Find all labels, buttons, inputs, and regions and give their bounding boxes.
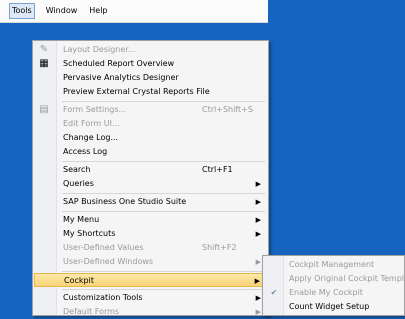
menu-item-label: Access Log [63,147,108,156]
menu-item-label: Change Log... [63,133,119,142]
menu-item-customization-tools[interactable]: Customization Tools ▶ [34,291,267,305]
submenu-item-label: Count Widget Setup [289,302,370,311]
menu-separator [62,193,265,194]
menu-separator [62,161,265,162]
menu-item-form-settings[interactable]: ▤ Form Settings... Ctrl+Shift+S [34,103,267,117]
submenu-item-label: Enable My Cockpit [289,288,363,297]
submenu-arrow-icon: ▶ [255,180,261,188]
menubar-tools[interactable]: Tools [9,3,35,19]
menu-separator [62,271,265,272]
submenu-arrow-icon: ▶ [255,294,261,302]
menu-item-label: My Menu [63,215,100,224]
menu-item-cockpit[interactable]: Cockpit ▶ [34,273,267,287]
submenu-item-cockpit-management[interactable]: Cockpit Management [264,258,403,272]
menu-item-edit-form-ui[interactable]: Edit Form UI... [34,117,267,131]
menu-item-label: Layout Designer... [63,45,136,54]
menu-item-label: User-Defined Values [63,243,144,252]
menu-separator [62,289,265,290]
pencil-icon: ✎ [39,44,49,55]
menu-item-label: User-Defined Windows [63,257,154,266]
submenu-arrow-icon: ▶ [255,308,261,316]
menu-item-shortcut: Ctrl+F1 [202,165,233,174]
menu-item-label: Customization Tools [63,293,143,302]
cockpit-submenu: Cockpit Management Apply Original Cockpi… [262,255,405,316]
menu-bar: Tools Window Help [0,0,268,23]
menu-item-pervasive-analytics-designer[interactable]: Pervasive Analytics Designer [34,71,267,85]
submenu-arrow-icon: ▶ [255,198,261,206]
menu-item-label: Cockpit [64,276,94,285]
menu-item-search[interactable]: Search Ctrl+F1 [34,163,267,177]
menu-item-label: Default Forms [63,307,120,316]
menu-separator [62,211,265,212]
menu-item-change-log[interactable]: Change Log... [34,131,267,145]
menu-item-label: SAP Business One Studio Suite [63,197,187,206]
checkmark-icon: ✔ [270,288,278,297]
menu-item-label: Queries [63,179,94,188]
submenu-arrow-icon: ▶ [254,277,260,285]
menu-item-label: Scheduled Report Overview [63,59,175,68]
menu-item-label: Form Settings... [63,105,127,114]
menu-item-preview-crystal-reports[interactable]: Preview External Crystal Reports File [34,85,267,99]
submenu-item-count-widget-setup[interactable]: Count Widget Setup [264,300,403,314]
menubar-help[interactable]: Help [88,4,108,18]
submenu-item-enable-my-cockpit[interactable]: ✔ Enable My Cockpit [264,286,403,300]
menu-item-shortcut: Ctrl+Shift+S [202,105,253,114]
submenu-arrow-icon: ▶ [255,230,261,238]
menu-item-shortcut: Shift+F2 [202,243,237,252]
menu-item-label: Pervasive Analytics Designer [63,73,179,82]
menu-item-my-shortcuts[interactable]: My Shortcuts ▶ [34,227,267,241]
form-settings-icon: ▤ [39,104,49,115]
submenu-item-apply-original-template[interactable]: Apply Original Cockpit Template [264,272,405,286]
tools-menu: ✎ Layout Designer... ▦ Scheduled Report … [32,40,269,316]
submenu-arrow-icon: ▶ [255,216,261,224]
menu-separator [62,101,265,102]
menu-item-user-defined-windows[interactable]: User-Defined Windows ▶ [34,255,267,269]
submenu-item-label: Cockpit Management [289,260,375,269]
submenu-item-label: Apply Original Cockpit Template [289,274,405,283]
menu-item-layout-designer[interactable]: ✎ Layout Designer... [34,43,267,57]
menu-item-label: Edit Form UI... [63,119,120,128]
menu-item-my-menu[interactable]: My Menu ▶ [34,213,267,227]
menu-item-label: Preview External Crystal Reports File [63,87,210,96]
menu-item-default-forms[interactable]: Default Forms ▶ [34,305,267,319]
menu-item-scheduled-report-overview[interactable]: ▦ Scheduled Report Overview [34,57,267,71]
menu-item-queries[interactable]: Queries ▶ [34,177,267,191]
menu-item-studio-suite[interactable]: SAP Business One Studio Suite ▶ [34,195,267,209]
menu-item-user-defined-values[interactable]: User-Defined Values Shift+F2 [34,241,267,255]
menu-item-label: My Shortcuts [63,229,116,238]
submenu-arrow-icon: ▶ [255,258,261,266]
report-calendar-icon: ▦ [39,58,49,69]
menu-item-access-log[interactable]: Access Log [34,145,267,159]
menu-item-label: Search [63,165,91,174]
menubar-window[interactable]: Window [45,4,79,18]
